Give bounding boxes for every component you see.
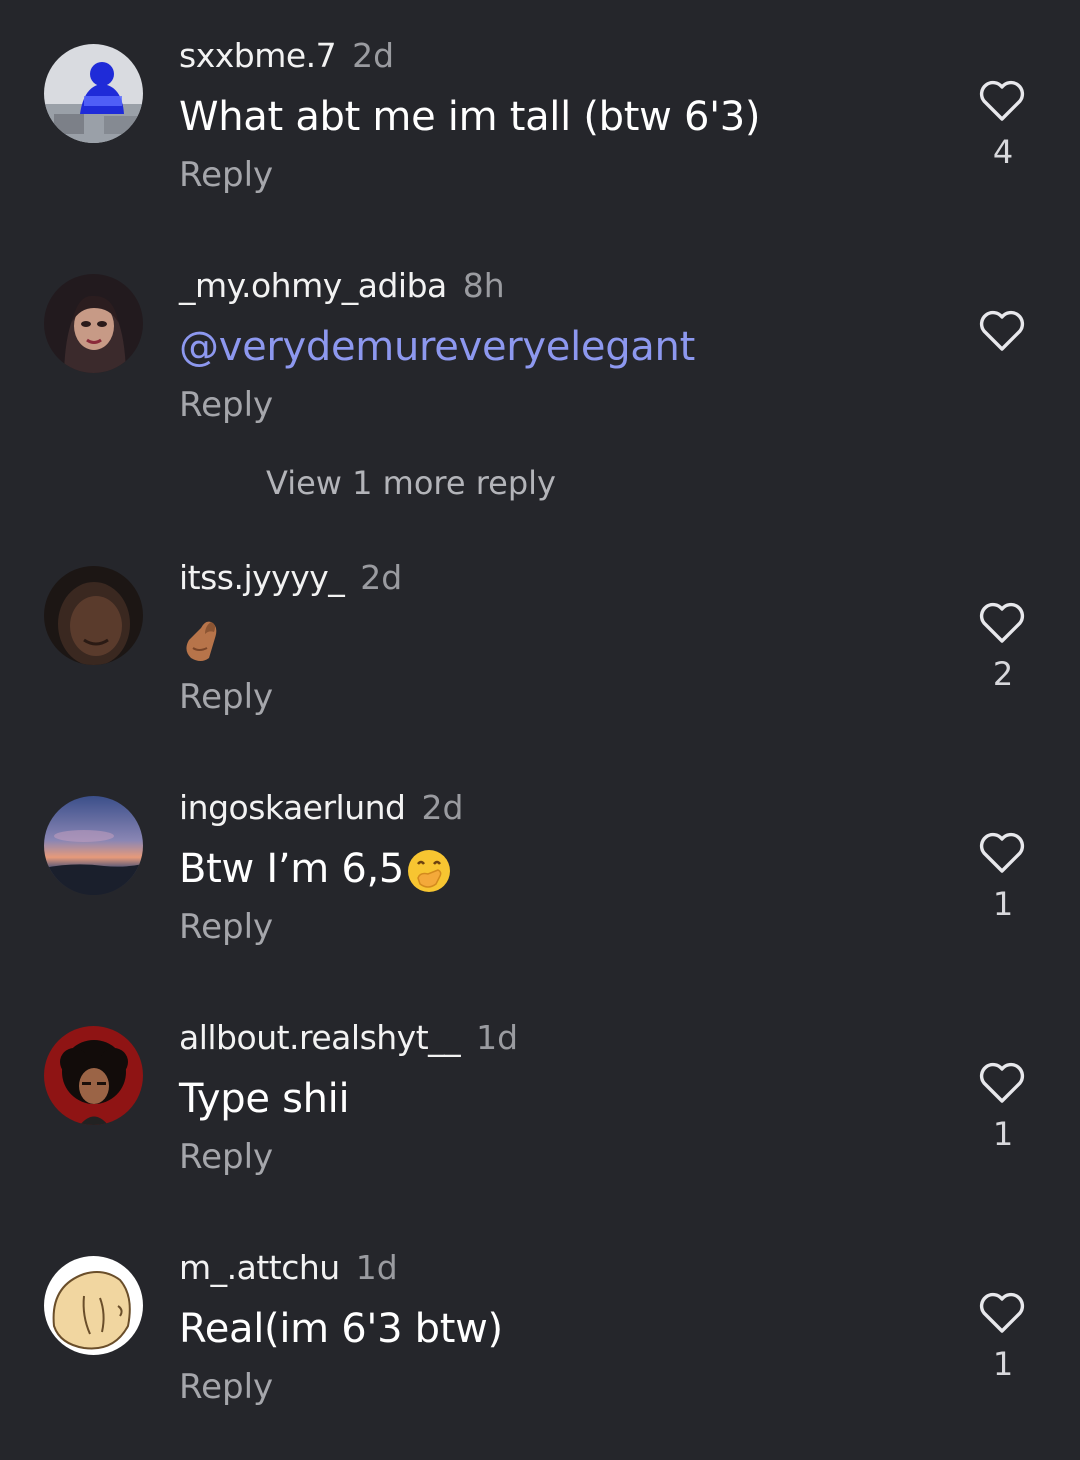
heart-icon — [979, 80, 1025, 121]
comment-item: _my.ohmy_adiba 8h @verydemureveryelegant … — [0, 230, 1080, 430]
heart-icon — [979, 832, 1025, 873]
comment-item: itss.jyyyy_ 2d Reply 2 — [0, 522, 1080, 722]
timestamp: 1d — [355, 1248, 398, 1287]
username[interactable]: _my.ohmy_adiba — [179, 266, 447, 305]
mention-link[interactable]: @verydemureveryelegant — [179, 322, 695, 372]
comment-text: What abt me im tall (btw 6'3) — [179, 94, 761, 140]
heart-icon — [979, 310, 1025, 351]
comment-text: Type shii — [179, 1076, 350, 1122]
view-more-replies-button[interactable]: View 1 more reply — [266, 462, 556, 504]
reply-button[interactable]: Reply — [179, 676, 273, 718]
like-count: 1 — [992, 885, 1014, 923]
timestamp: 2d — [352, 36, 395, 75]
comment-text-content: Btw I’m 6,5 — [179, 846, 405, 892]
like-button[interactable]: 1 — [978, 830, 1028, 923]
reply-button[interactable]: Reply — [179, 906, 273, 948]
comment-meta: sxxbme.7 2d — [179, 36, 394, 76]
like-button[interactable]: 4 — [978, 78, 1028, 171]
avatar[interactable] — [44, 44, 143, 143]
username[interactable]: ingoskaerlund — [179, 788, 406, 827]
reply-button[interactable]: Reply — [179, 154, 273, 196]
timestamp: 1d — [476, 1018, 519, 1057]
avatar[interactable] — [44, 274, 143, 373]
username[interactable]: allbout.realshyt__ — [179, 1018, 461, 1057]
username[interactable]: itss.jyyyy_ — [179, 558, 345, 597]
comment-meta: m_.attchu 1d — [179, 1248, 398, 1288]
reply-button[interactable]: Reply — [179, 384, 273, 426]
comment-meta: allbout.realshyt__ 1d — [179, 1018, 518, 1058]
timestamp: 2d — [421, 788, 464, 827]
avatar[interactable] — [44, 1026, 143, 1125]
comment-text: Real(im 6'3 btw) — [179, 1306, 503, 1352]
comment-text — [179, 614, 225, 664]
comment-meta: ingoskaerlund 2d — [179, 788, 463, 828]
like-count: 4 — [992, 133, 1014, 171]
comment-item: ingoskaerlund 2d Btw I’m 6,5 Reply 1 — [0, 752, 1080, 952]
timestamp: 8h — [462, 266, 505, 305]
heart-icon — [979, 1062, 1025, 1103]
hand-over-mouth-emoji — [408, 850, 451, 892]
like-button[interactable]: 2 — [978, 600, 1028, 693]
comment-meta: _my.ohmy_adiba 8h — [179, 266, 505, 306]
username[interactable]: m_.attchu — [179, 1248, 340, 1287]
comment-text: Btw I’m 6,5 — [179, 844, 452, 894]
username[interactable]: sxxbme.7 — [179, 36, 337, 75]
like-button[interactable]: 1 — [978, 1060, 1028, 1153]
reply-button[interactable]: Reply — [179, 1366, 273, 1408]
heart-icon — [979, 602, 1025, 643]
reply-button[interactable]: Reply — [179, 1136, 273, 1178]
like-button[interactable]: 1 — [978, 1290, 1028, 1383]
like-count: 2 — [992, 655, 1014, 693]
like-count: 1 — [992, 1115, 1014, 1153]
avatar[interactable] — [44, 566, 143, 665]
comment-item: sxxbme.7 2d What abt me im tall (btw 6'3)… — [0, 0, 1080, 200]
heart-icon — [979, 1292, 1025, 1333]
comment-meta: itss.jyyyy_ 2d — [179, 558, 402, 598]
avatar[interactable] — [44, 1256, 143, 1355]
timestamp: 2d — [360, 558, 403, 597]
like-button[interactable] — [978, 308, 1028, 352]
like-count: 1 — [992, 1345, 1014, 1383]
comment-item: m_.attchu 1d Real(im 6'3 btw) Reply 1 — [0, 1212, 1080, 1412]
comment-item: allbout.realshyt__ 1d Type shii Reply 1 — [0, 982, 1080, 1182]
pinched-fingers-emoji — [186, 621, 217, 661]
avatar[interactable] — [44, 796, 143, 895]
